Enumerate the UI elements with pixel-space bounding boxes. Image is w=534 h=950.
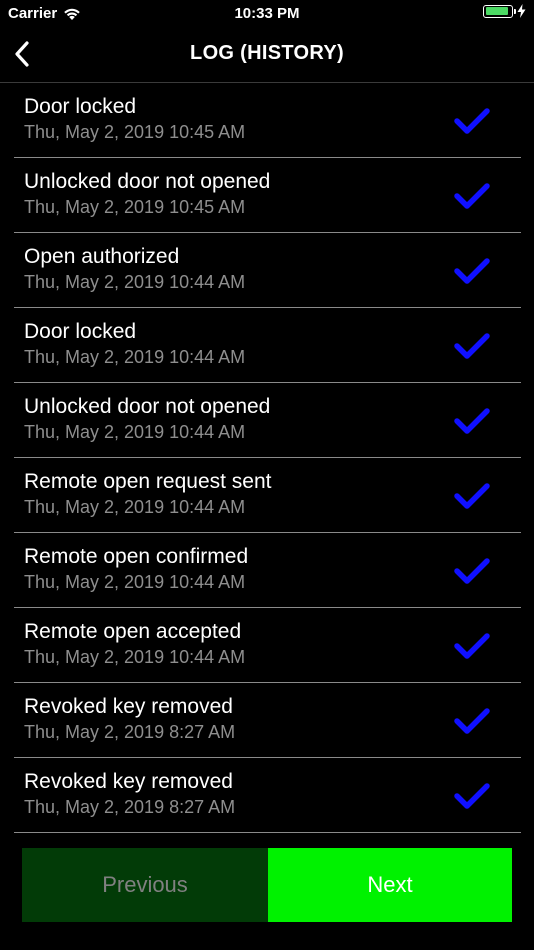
page-title: LOG (HISTORY) — [190, 42, 344, 64]
checkmark-icon — [454, 708, 490, 734]
log-timestamp: Thu, May 2, 2019 10:44 AM — [24, 422, 246, 442]
log-title: Unlocked door not opened — [24, 170, 271, 193]
checkmark-icon — [454, 633, 490, 659]
next-button[interactable]: Next — [268, 848, 512, 922]
log-timestamp: Thu, May 2, 2019 10:44 AM — [24, 497, 246, 517]
log-row[interactable]: Revoked key removed Thu, May 2, 2019 8:2… — [14, 758, 521, 833]
log-row[interactable]: Unlocked door not opened Thu, May 2, 201… — [14, 383, 521, 458]
checkmark-icon — [454, 333, 490, 359]
checkmark-icon — [454, 558, 490, 584]
log-title: Revoked key removed — [24, 770, 233, 793]
clock: 10:33 PM — [234, 5, 300, 22]
log-timestamp: Thu, May 2, 2019 10:44 AM — [24, 572, 246, 592]
log-title: Remote open accepted — [24, 620, 242, 643]
checkmark-icon — [454, 483, 490, 509]
checkmark-icon — [454, 408, 490, 434]
log-title: Remote open confirmed — [24, 545, 249, 568]
log-row[interactable]: Open authorized Thu, May 2, 2019 10:44 A… — [14, 233, 521, 308]
status-right — [483, 4, 526, 18]
log-title: Revoked key removed — [24, 695, 233, 718]
checkmark-icon — [454, 783, 490, 809]
log-row[interactable]: Revoked key removed Thu, May 2, 2019 8:2… — [14, 683, 521, 758]
log-row[interactable]: Remote open request sent Thu, May 2, 201… — [14, 458, 521, 533]
log-timestamp: Thu, May 2, 2019 10:45 AM — [24, 122, 246, 142]
log-timestamp: Thu, May 2, 2019 10:44 AM — [24, 347, 246, 367]
checkmark-icon — [454, 108, 490, 134]
log-timestamp: Thu, May 2, 2019 10:44 AM — [24, 272, 246, 292]
log-title: Door locked — [24, 320, 137, 343]
log-timestamp: Thu, May 2, 2019 10:45 AM — [24, 197, 246, 217]
log-row[interactable]: Door locked Thu, May 2, 2019 10:45 AM — [14, 83, 521, 158]
log-row[interactable]: Remote open accepted Thu, May 2, 2019 10… — [14, 608, 521, 683]
log-timestamp: Thu, May 2, 2019 10:44 AM — [24, 647, 246, 667]
status-bar: Carrier 10:33 PM — [0, 0, 534, 28]
navigation-bar: LOG (HISTORY) — [0, 28, 534, 83]
log-title: Door locked — [24, 95, 137, 118]
log-row[interactable]: Unlocked door not opened Thu, May 2, 201… — [14, 158, 521, 233]
log-title: Open authorized — [24, 245, 180, 268]
log-row[interactable]: Door locked Thu, May 2, 2019 10:44 AM — [14, 308, 521, 383]
charging-bolt-icon — [517, 4, 526, 18]
battery-icon — [483, 4, 516, 18]
log-title: Unlocked door not opened — [24, 395, 271, 418]
log-timestamp: Thu, May 2, 2019 8:27 AM — [24, 722, 236, 742]
checkmark-icon — [454, 258, 490, 284]
checkmark-icon — [454, 183, 490, 209]
log-list: Door locked Thu, May 2, 2019 10:45 AM Un… — [0, 83, 534, 833]
log-title: Remote open request sent — [24, 470, 272, 493]
log-row[interactable]: Remote open confirmed Thu, May 2, 2019 1… — [14, 533, 521, 608]
previous-button[interactable]: Previous — [22, 848, 268, 922]
log-timestamp: Thu, May 2, 2019 8:27 AM — [24, 797, 236, 817]
